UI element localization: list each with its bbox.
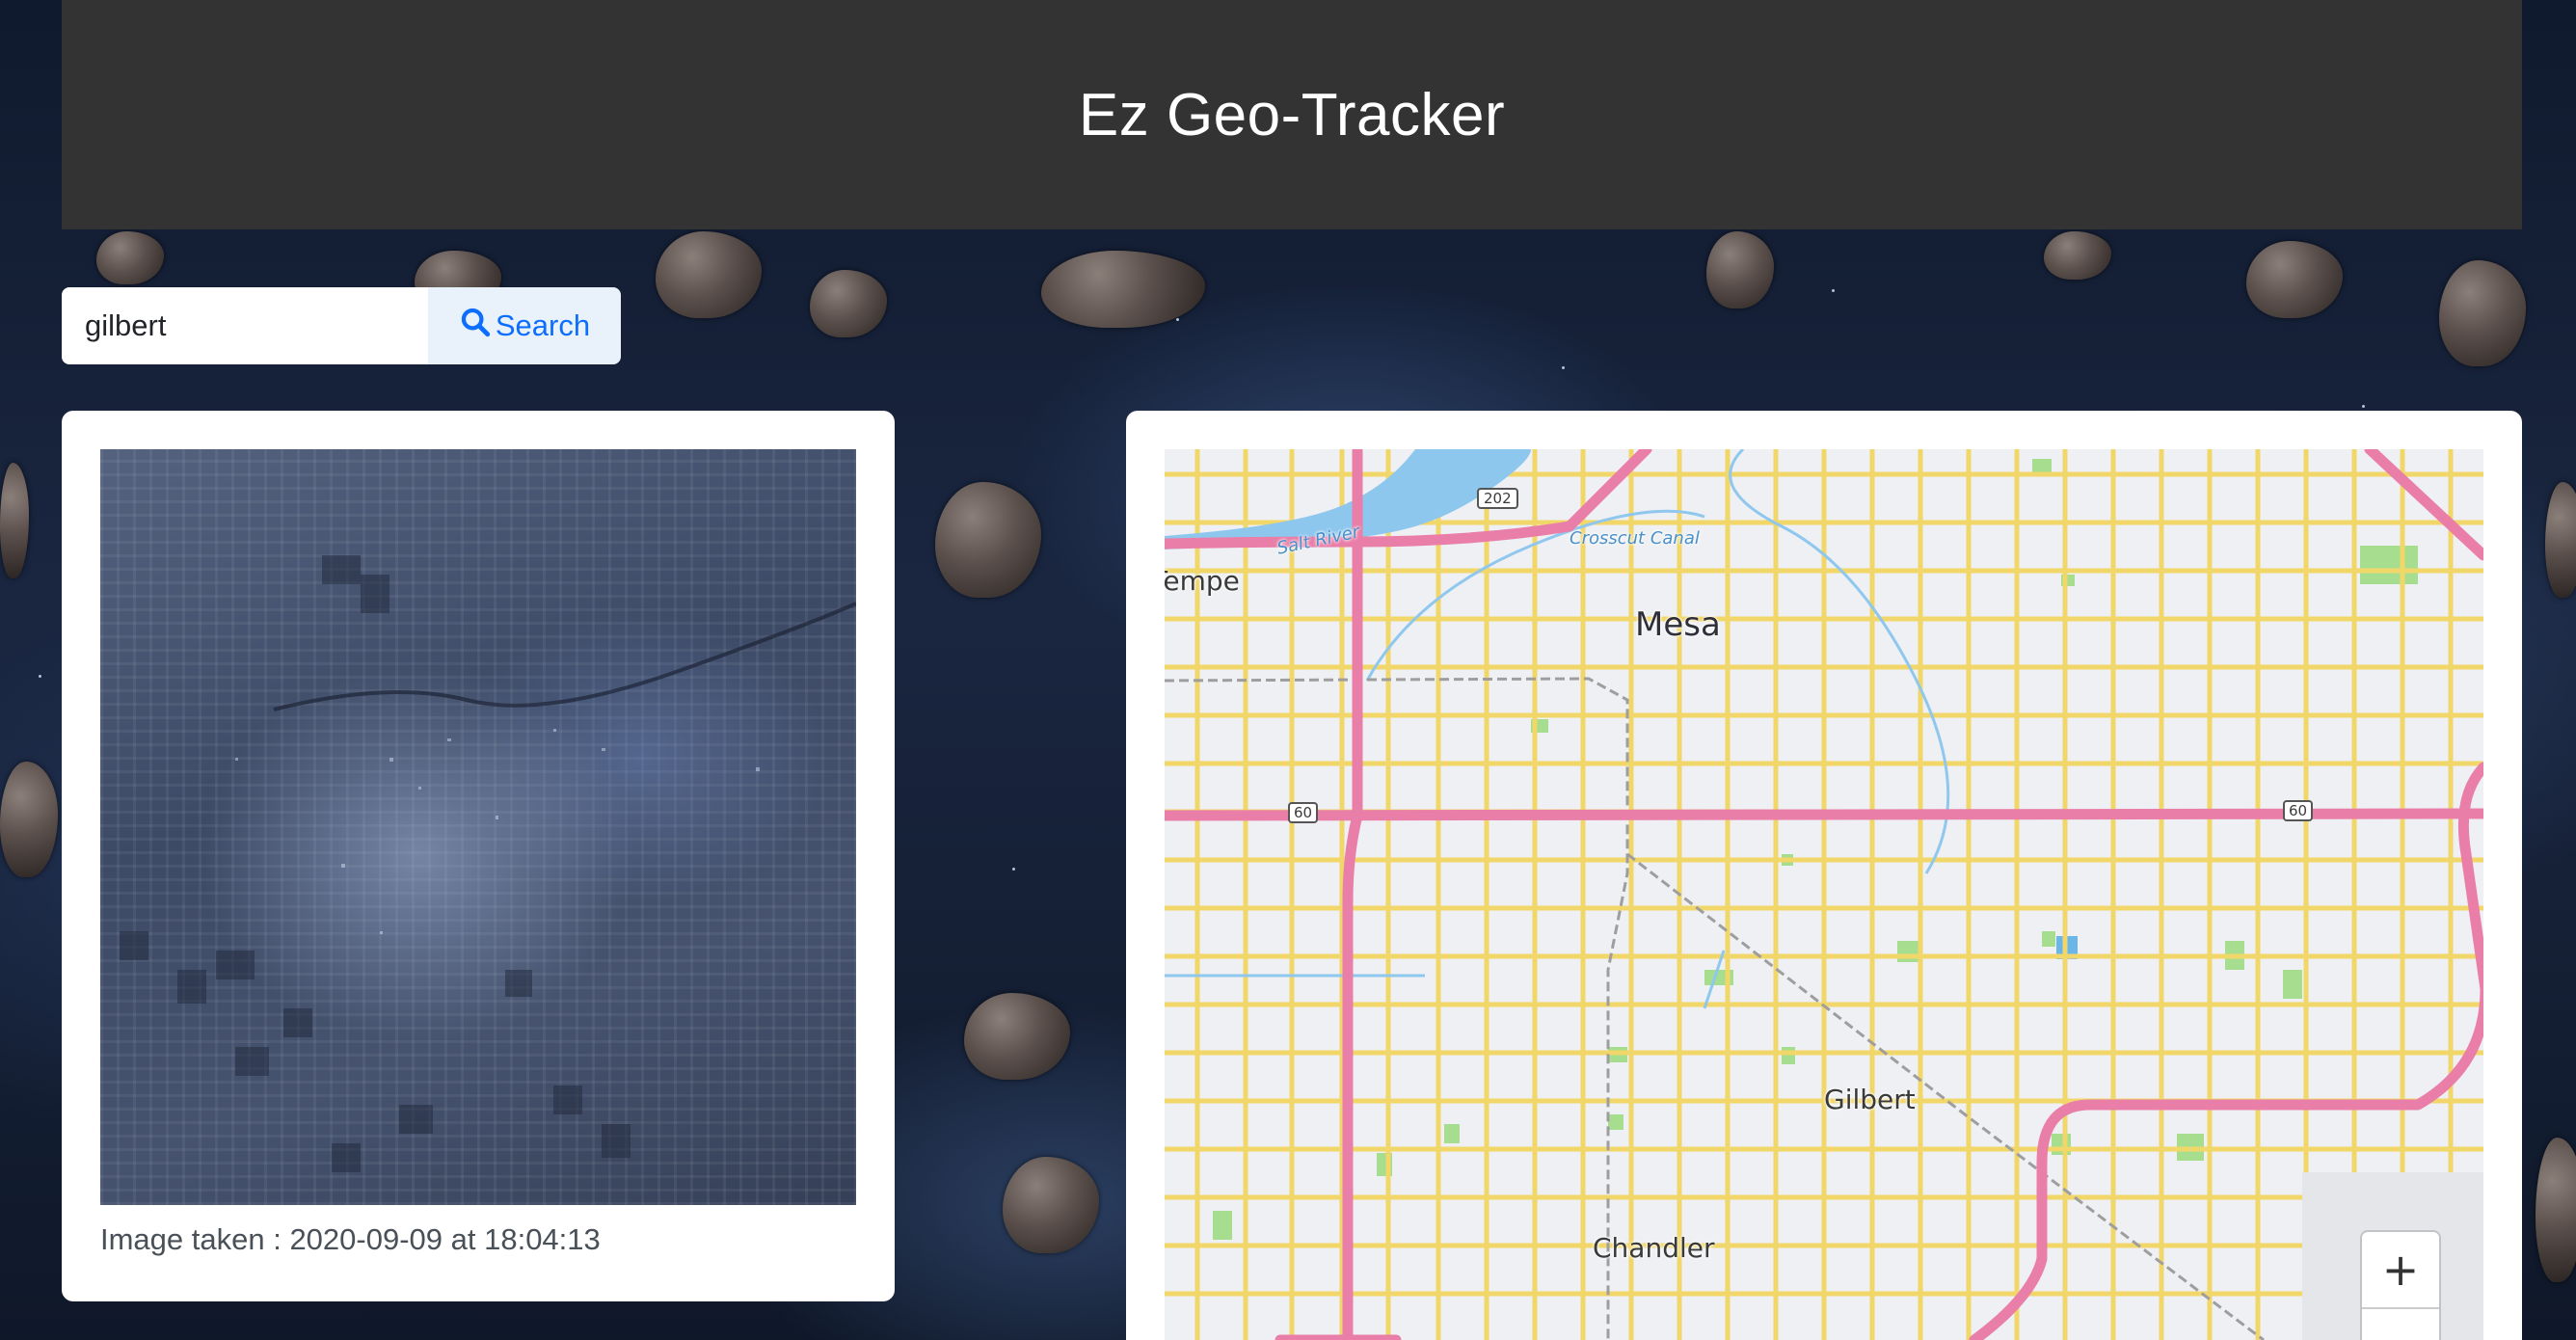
star <box>2362 405 2365 408</box>
asteroid <box>935 482 1041 598</box>
asteroid <box>2246 241 2343 318</box>
image-caption: Image taken : 2020-09-09 at 18:04:13 <box>100 1222 601 1256</box>
star <box>39 675 41 678</box>
asteroid <box>0 762 58 877</box>
asteroid <box>964 993 1070 1080</box>
star <box>1176 318 1179 321</box>
asteroid <box>656 231 762 318</box>
map-card: Tempe Mesa Gilbert Chandler Salt River C… <box>1126 411 2522 1340</box>
search-button[interactable]: Search <box>428 287 621 364</box>
asteroid <box>810 270 887 337</box>
map-label-mesa: Mesa <box>1635 605 1721 644</box>
asteroid <box>2439 260 2526 366</box>
route-60-west-shield: 60 <box>1288 802 1319 823</box>
asteroid <box>2545 482 2576 598</box>
map-label-crosscut-canal: Crosscut Canal <box>1570 528 1700 549</box>
star <box>1832 289 1835 292</box>
search-button-label: Search <box>495 308 591 342</box>
asteroid <box>1003 1157 1099 1253</box>
app-header: Ez Geo-Tracker <box>62 0 2522 229</box>
map-label-tempe: Tempe <box>1165 565 1240 597</box>
asteroid <box>0 463 29 578</box>
map-view[interactable]: Tempe Mesa Gilbert Chandler Salt River C… <box>1165 449 2483 1340</box>
star <box>1012 868 1015 871</box>
star <box>1562 366 1565 369</box>
zoom-in-button[interactable]: + <box>2362 1232 2439 1309</box>
search-icon <box>459 306 492 346</box>
asteroid <box>96 231 164 284</box>
zoom-control: + <box>2362 1232 2439 1340</box>
search-bar: Search <box>62 287 621 364</box>
route-60-east-shield: 60 <box>2283 800 2314 821</box>
satellite-image <box>100 449 856 1205</box>
map-label-chandler: Chandler <box>1593 1232 1715 1264</box>
asteroid <box>1706 231 1774 308</box>
map-label-gilbert: Gilbert <box>1824 1084 1916 1115</box>
asteroid <box>1041 251 1205 328</box>
asteroid <box>2536 1138 2576 1282</box>
page-title: Ez Geo-Tracker <box>1078 81 1506 148</box>
satellite-card: Image taken : 2020-09-09 at 18:04:13 <box>62 411 895 1301</box>
search-input[interactable] <box>62 287 428 364</box>
route-202-shield: 202 <box>1477 488 1518 509</box>
asteroid <box>2044 231 2111 280</box>
